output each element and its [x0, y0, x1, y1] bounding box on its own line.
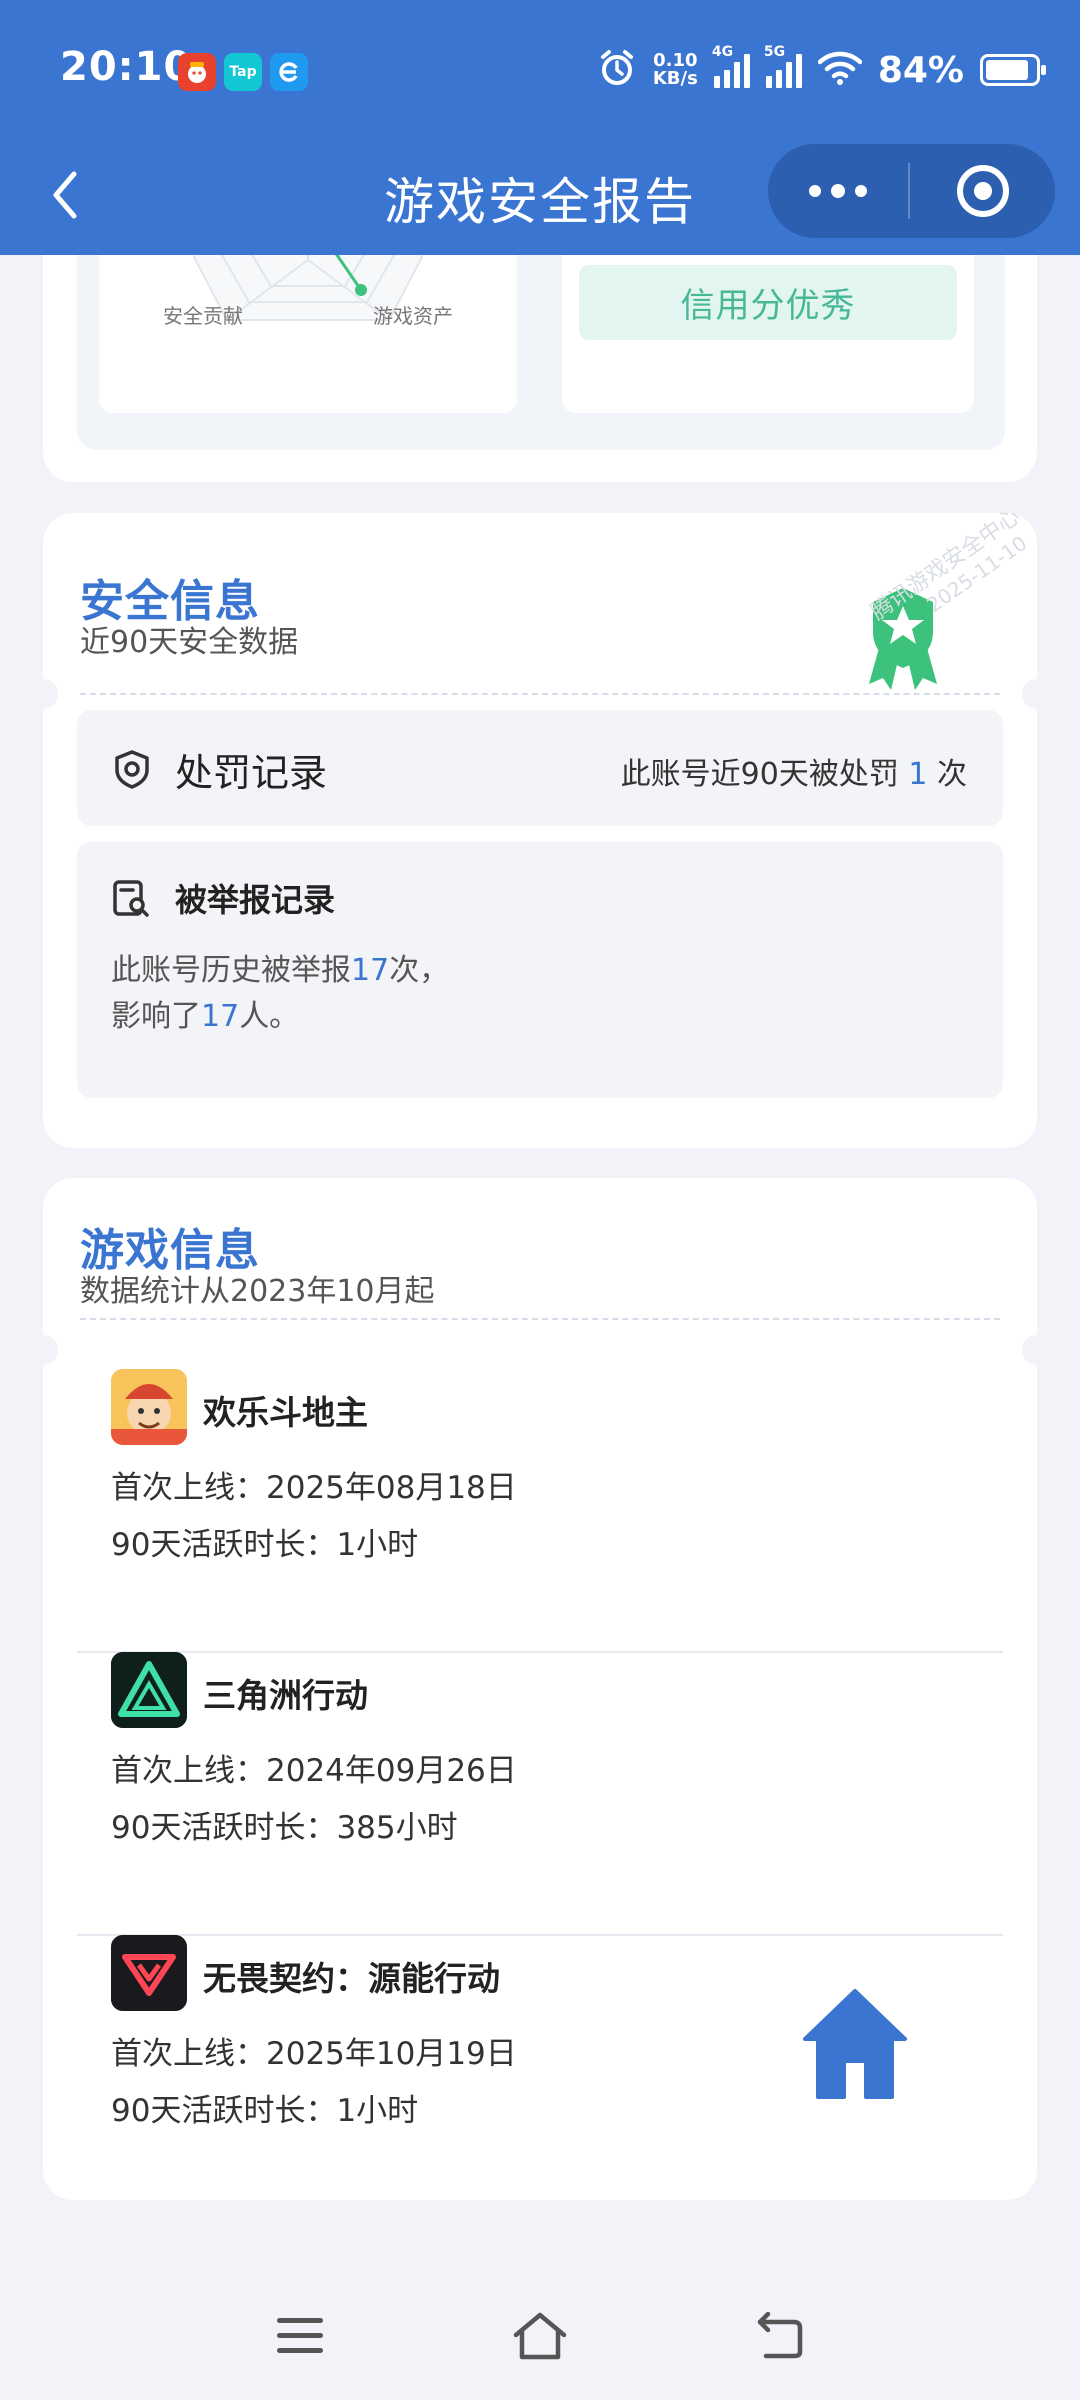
game-name: 欢乐斗地主 [203, 1393, 368, 1432]
browser-app-icon [270, 53, 308, 91]
affected-count: 17 [201, 999, 240, 1034]
penalty-count: 1 [908, 757, 928, 792]
report-count: 17 [351, 953, 390, 988]
signal-5g-label: 5G [763, 44, 786, 60]
report-line-2: 影响了17人。 [111, 999, 300, 1034]
top-bar: 20:10 Tap 0.10 KB/s 4G 5G 84% 游戏安全报告 [0, 0, 1080, 255]
games-divider [80, 1318, 1000, 1320]
menu-icon[interactable] [270, 2306, 330, 2366]
status-right: 0.10 KB/s 4G 5G 84% [597, 44, 1046, 92]
penalty-label: 处罚记录 [175, 751, 328, 795]
search-document-icon [111, 879, 151, 919]
signal-4g-label: 4G [711, 44, 734, 60]
game-name: 三角洲行动 [203, 1676, 368, 1715]
status-time: 20:10 [60, 44, 193, 90]
valorant-mobile-game-icon [111, 1935, 187, 2011]
security-badge-icon: 腾讯游戏安全中心 2025-11-10 [823, 504, 1031, 710]
net-speed-unit: KB/s [652, 68, 698, 89]
net-speed: 0.10 KB/s [653, 52, 698, 88]
signal-4g-icon: 4G [712, 44, 750, 88]
status-bar: 20:10 Tap 0.10 KB/s 4G 5G 84% [0, 0, 1080, 140]
target-close-icon[interactable] [910, 144, 1055, 238]
notification-icons: Tap [178, 53, 308, 91]
radar-axis-right: 游戏资产 [373, 304, 453, 328]
app-notification-icon [178, 53, 216, 91]
mini-program-capsule [768, 144, 1055, 238]
penalty-summary: 此账号近90天被处罚 1 次 [620, 757, 967, 792]
more-dots-icon[interactable] [768, 144, 908, 238]
report-label: 被举报记录 [175, 881, 336, 919]
active-hours: 90天活跃时长：385小时 [111, 1810, 458, 1846]
first-online: 首次上线：2024年09月26日 [111, 1753, 517, 1789]
nav-bar: 游戏安全报告 [0, 140, 1080, 255]
security-card: 安全信息 近90天安全数据 腾讯游戏安全中心 2025-11-10 处罚记录 此… [28, 504, 1052, 1148]
battery-percent: 84% [877, 49, 964, 91]
game-name: 无畏契约：源能行动 [203, 1959, 500, 1998]
penalty-record-row[interactable]: 处罚记录 此账号近90天被处罚 1 次 [77, 710, 1003, 826]
tap-app-icon: Tap [224, 53, 262, 91]
signal-5g-icon: 5G [764, 44, 802, 88]
security-subtitle: 近90天安全数据 [80, 625, 299, 660]
wifi-icon [817, 50, 863, 90]
game-details: 首次上线：2025年08月18日 90天活跃时长：1小时 [111, 1460, 517, 1574]
doudizhu-game-icon [111, 1369, 187, 1445]
radar-axis-left: 安全贡献 [163, 304, 243, 328]
notch-right [1022, 679, 1052, 709]
alarm-icon [597, 48, 637, 92]
game-details: 首次上线：2024年09月26日 90天活跃时长：385小时 [111, 1743, 517, 1857]
game-item[interactable]: 三角洲行动 首次上线：2024年09月26日 90天活跃时长：385小时 [77, 1652, 1003, 1936]
notch-right [1022, 1335, 1052, 1365]
battery-icon [980, 54, 1046, 86]
active-hours: 90天活跃时长：1小时 [111, 1527, 419, 1563]
notch-left [28, 679, 58, 709]
first-online: 首次上线：2025年08月18日 [111, 1470, 517, 1506]
game-item[interactable]: 欢乐斗地主 首次上线：2025年08月18日 90天活跃时长：1小时 [77, 1369, 1003, 1653]
shield-icon [111, 748, 153, 790]
first-online: 首次上线：2025年10月19日 [111, 2036, 517, 2072]
home-outline-icon[interactable] [510, 2306, 570, 2366]
report-details: 此账号历史被举报17次， 影响了17人。 [111, 948, 449, 1040]
back-icon[interactable] [750, 2306, 810, 2366]
system-nav-bar [0, 2270, 1080, 2400]
notch-left [28, 1335, 58, 1365]
home-icon[interactable] [800, 1985, 910, 2105]
report-record-panel: 被举报记录 此账号历史被举报17次， 影响了17人。 [77, 842, 1003, 1098]
games-subtitle: 数据统计从2023年10月起 [80, 1274, 435, 1309]
delta-force-game-icon [111, 1652, 187, 1728]
security-divider [80, 693, 1000, 695]
report-line-1: 此账号历史被举报17次， [111, 953, 450, 988]
game-details: 首次上线：2025年10月19日 90天活跃时长：1小时 [111, 2026, 517, 2140]
credit-badge: 信用分优秀 [579, 265, 957, 340]
active-hours: 90天活跃时长：1小时 [111, 2093, 419, 2129]
